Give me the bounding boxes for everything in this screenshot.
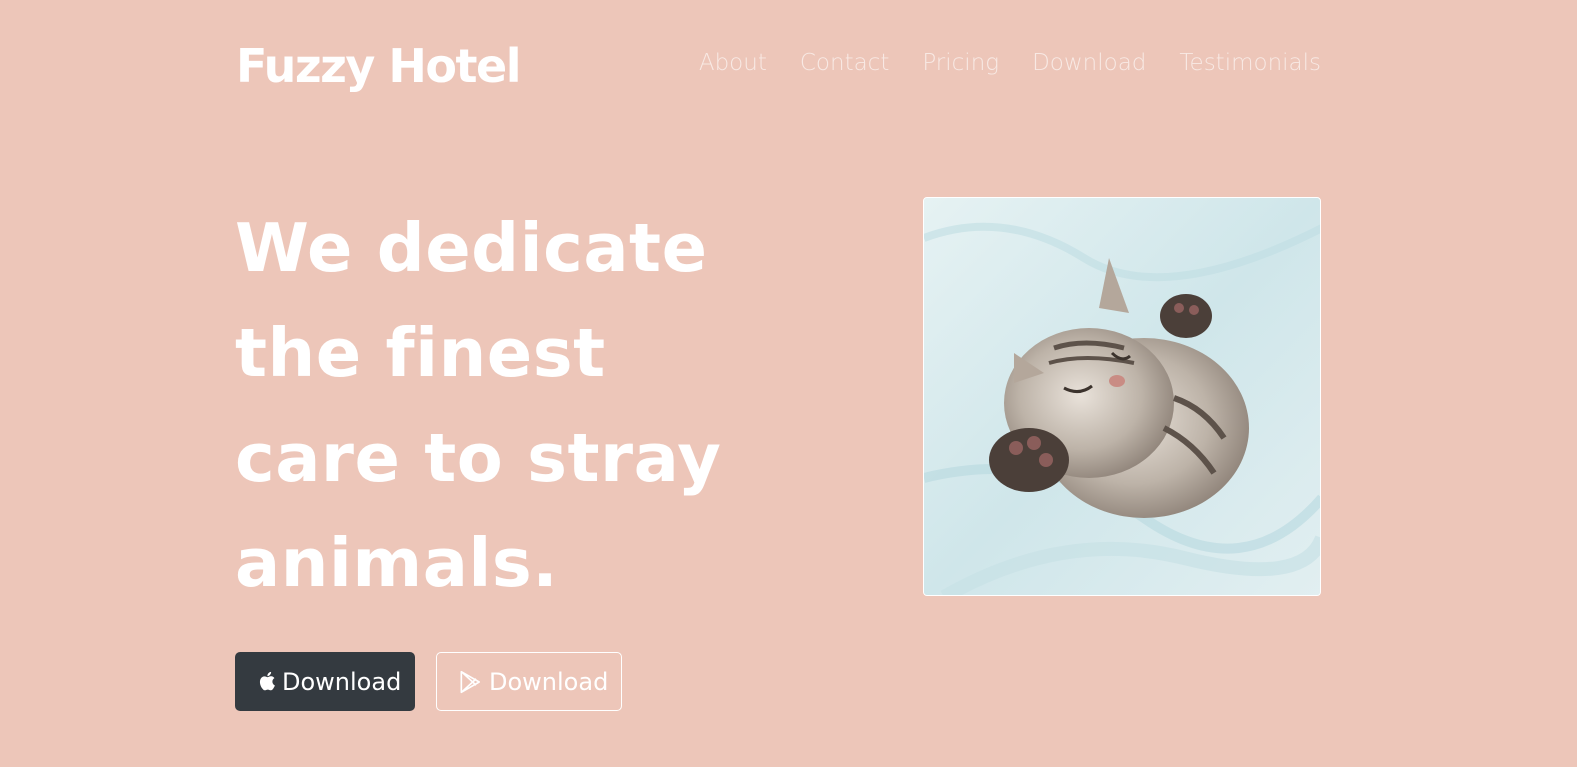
hero-headline: We dedicate the finest care to stray ani…: [235, 196, 755, 616]
nav-testimonials[interactable]: Testimonials: [1179, 46, 1321, 80]
main-nav: About Contact Pricing Download Testimoni…: [699, 46, 1321, 80]
hero-line-3: care to stray: [235, 419, 722, 497]
apple-download-button[interactable]: Download: [235, 652, 415, 711]
hero-line-1: We dedicate: [235, 209, 708, 287]
nav-contact[interactable]: Contact: [800, 46, 889, 80]
google-play-download-button[interactable]: Download: [436, 652, 622, 711]
google-play-icon: [457, 669, 483, 695]
hero-line-2: the finest: [235, 314, 606, 392]
nav-about[interactable]: About: [699, 46, 767, 80]
nav-download[interactable]: Download: [1032, 46, 1146, 80]
download-buttons: Download Download: [235, 652, 622, 711]
sleeping-kitten-image: [923, 197, 1321, 596]
apple-icon: [256, 669, 280, 695]
landing-page: Fuzzy Hotel About Contact Pricing Downlo…: [0, 0, 1577, 767]
nav-pricing[interactable]: Pricing: [922, 46, 999, 80]
apple-download-label: Download: [282, 667, 402, 696]
hero-line-4: animals.: [235, 524, 559, 602]
google-play-download-label: Download: [489, 667, 609, 696]
brand-title[interactable]: Fuzzy Hotel: [236, 36, 521, 96]
